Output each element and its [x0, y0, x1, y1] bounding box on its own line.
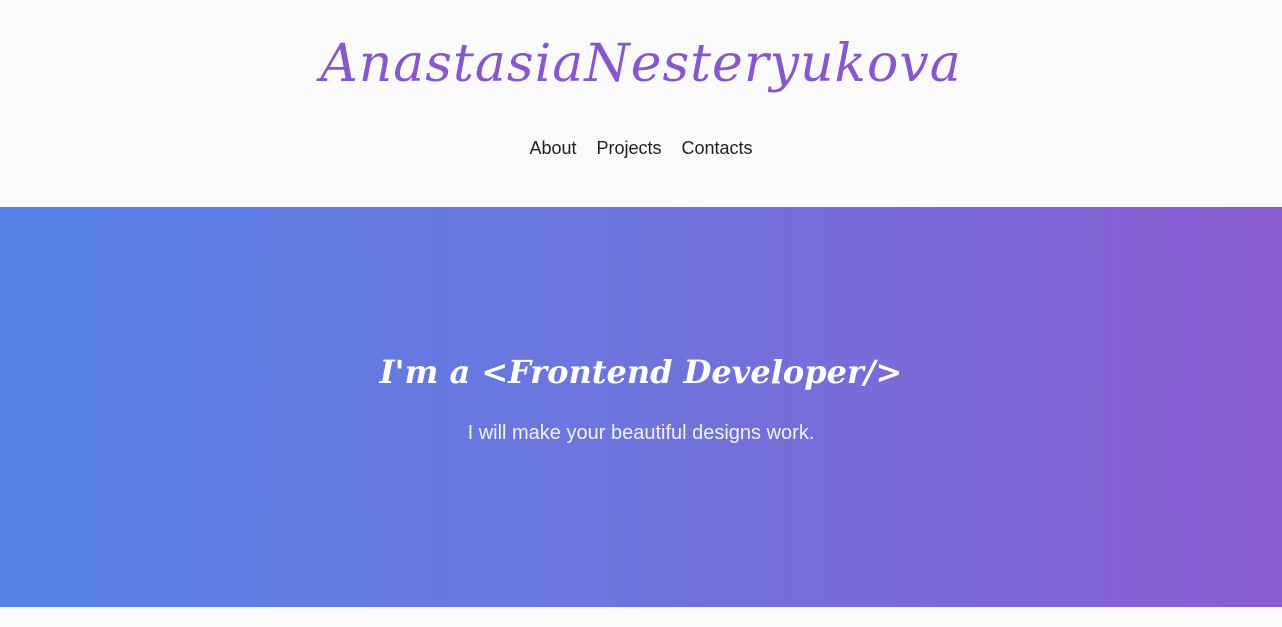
page-footer-strip: [0, 607, 1282, 627]
hero-title: I'm a <Frontend Developer/>: [379, 353, 903, 391]
hero-subtitle: I will make your beautiful designs work.: [467, 422, 815, 444]
main-nav: About Projects Contacts: [0, 137, 1282, 159]
nav-link-about[interactable]: About: [529, 137, 576, 159]
site-header: AnastasiaNesteryukova About Projects Con…: [0, 0, 1282, 207]
site-logo[interactable]: AnastasiaNesteryukova: [0, 34, 1282, 94]
nav-link-projects[interactable]: Projects: [596, 137, 661, 159]
nav-link-contacts[interactable]: Contacts: [682, 137, 753, 159]
hero-section: I'm a <Frontend Developer/> I will make …: [0, 207, 1282, 607]
